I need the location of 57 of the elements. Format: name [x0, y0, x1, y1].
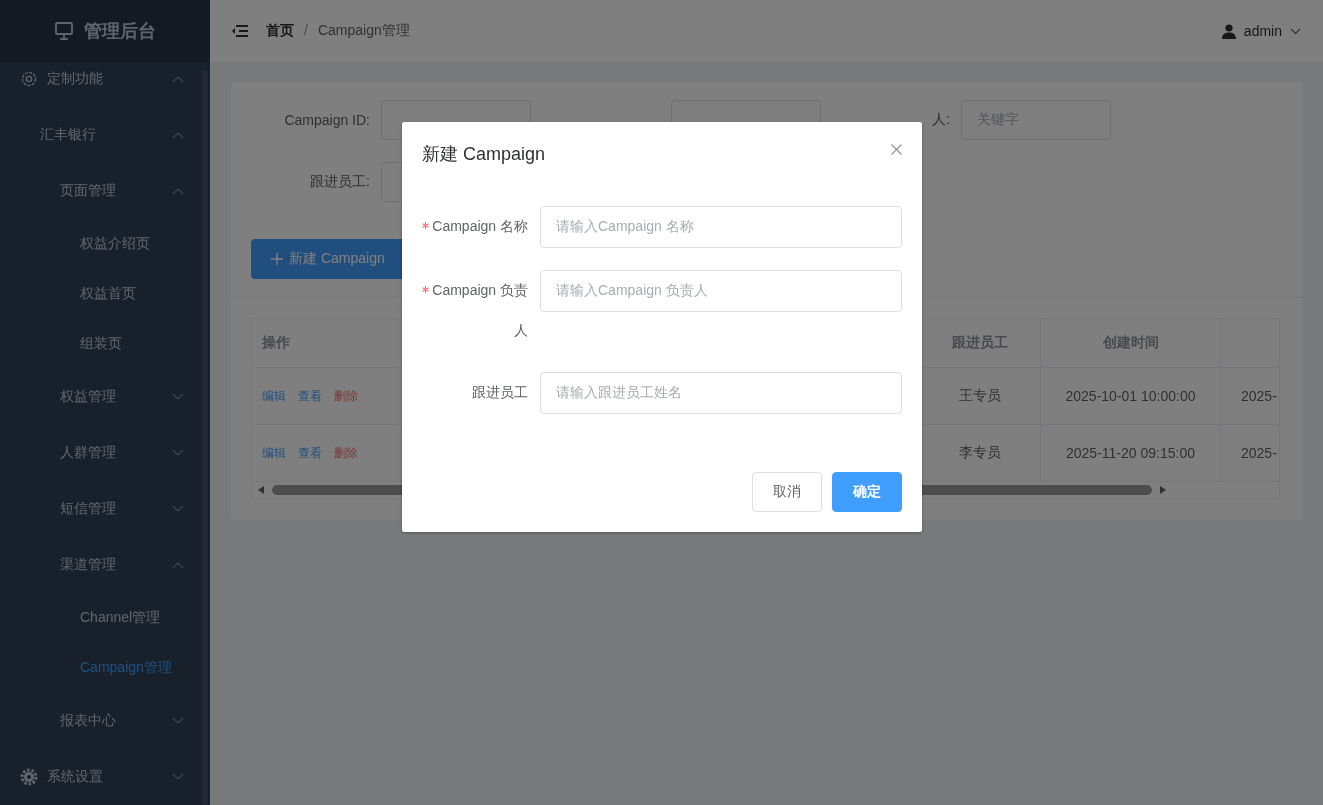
table-cell: 2025-10-01 10:00:00: [1065, 388, 1196, 404]
field-label: Campaign 负责人: [432, 281, 528, 340]
table-cell: 2025-: [1241, 445, 1277, 461]
input-field[interactable]: 请输入Campaign 负责人: [540, 270, 902, 312]
menu-item[interactable]: 渠道管理: [0, 537, 210, 593]
menu-item[interactable]: 系统设置: [0, 749, 210, 805]
new-campaign-button[interactable]: 新建 Campaign: [251, 239, 405, 279]
table-cell: 李专员: [959, 444, 1001, 462]
left-arrow-icon[interactable]: [258, 486, 264, 494]
menu-item[interactable]: 权益介绍页: [0, 219, 210, 269]
field-label: 跟进员工: [472, 383, 528, 402]
table-cell: 2025-: [1241, 388, 1277, 404]
input-field[interactable]: 请输入跟进员工姓名: [540, 372, 902, 414]
menu-icon[interactable]: [232, 24, 248, 38]
menu-item[interactable]: 权益管理: [0, 369, 210, 425]
app-title: 管理后台: [84, 20, 156, 43]
dialog-title: 新建 Campaign: [422, 143, 546, 166]
confirm-button[interactable]: 确定: [832, 472, 902, 512]
table-cell: 王专员: [959, 387, 1001, 405]
menu-item[interactable]: Channel管理: [0, 593, 210, 643]
placeholder: 请输入Campaign 名称: [556, 218, 694, 236]
monitor-icon: [54, 21, 74, 41]
menu-item[interactable]: 报表中心: [0, 693, 210, 749]
gear-icon: [20, 768, 38, 786]
chevron-down-icon[interactable]: [1290, 27, 1301, 35]
plus-icon: [271, 253, 283, 265]
right-arrow-icon[interactable]: [1160, 486, 1166, 494]
breadcrumb-separator: /: [304, 22, 308, 40]
input-field[interactable]: 请输入Campaign 名称: [540, 206, 902, 248]
field-label: Campaign ID:: [283, 112, 371, 128]
menu-item[interactable]: 权益首页: [0, 269, 210, 319]
menu-item[interactable]: 汇丰银行: [0, 107, 210, 163]
user-icon: [1221, 23, 1236, 39]
action-link[interactable]: 删除: [334, 387, 358, 405]
user-name[interactable]: admin: [1243, 23, 1282, 39]
menu-item[interactable]: 短信管理: [0, 481, 210, 537]
action-link[interactable]: 编辑: [262, 444, 286, 462]
menu-item[interactable]: 人群管理: [0, 425, 210, 481]
field-label: 人:: [931, 111, 951, 129]
breadcrumb-item[interactable]: 首页: [266, 22, 294, 40]
action-link[interactable]: 查看: [298, 444, 322, 462]
action-link[interactable]: 编辑: [262, 387, 286, 405]
field-label: Campaign 名称: [432, 217, 528, 236]
table-cell: 2025-11-20 09:15:00: [1066, 445, 1195, 461]
menu-item[interactable]: 定制功能: [0, 62, 210, 107]
placeholder: 请输入跟进员工姓名: [556, 384, 682, 402]
placeholder: 请输入Campaign 负责人: [556, 282, 708, 300]
cancel-button[interactable]: 取消: [752, 472, 822, 512]
close-icon[interactable]: [891, 144, 902, 155]
breadcrumb-item: Campaign管理: [317, 22, 410, 40]
menu-item[interactable]: 页面管理: [0, 163, 210, 219]
menu-item[interactable]: Campaign管理: [0, 643, 210, 693]
action-link[interactable]: 查看: [298, 387, 322, 405]
field-label: 跟进员工:: [309, 173, 371, 191]
gear-icon: [20, 70, 38, 88]
action-link[interactable]: 删除: [334, 444, 358, 462]
menu-item[interactable]: 组装页: [0, 319, 210, 369]
